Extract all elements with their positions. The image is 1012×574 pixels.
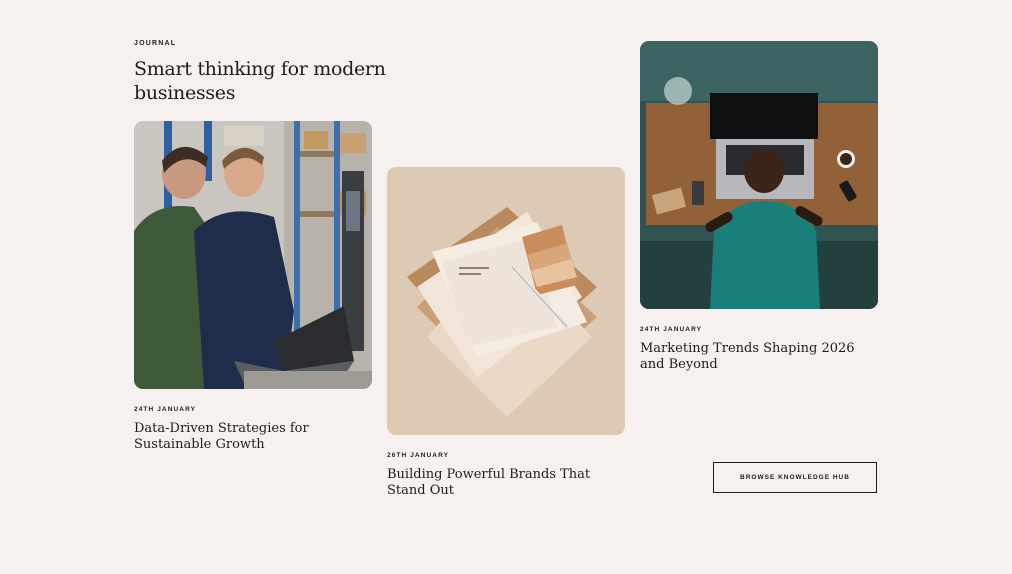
article-image-link[interactable]: [387, 167, 625, 435]
article-date: 24TH JANUARY: [640, 326, 703, 333]
article-image-link[interactable]: [134, 121, 372, 389]
article-title-link[interactable]: Data-Driven Strategies for Sustainable G…: [134, 421, 354, 453]
photo-brand-stationery-image: [387, 167, 625, 435]
article-date: 24TH JANUARY: [134, 406, 197, 413]
article-date: 26TH JANUARY: [387, 452, 450, 459]
article-card: 24TH JANUARY Marketing Trends Shaping 20…: [640, 41, 878, 373]
photo-two-men-with-laptop-image: [134, 121, 372, 389]
photo-person-at-laptop-desk-image: [640, 41, 878, 309]
section-headline: Smart thinking for modern businesses: [134, 58, 386, 104]
browse-knowledge-hub-button[interactable]: BROWSE KNOWLEDGE HUB: [713, 462, 877, 493]
article-title-link[interactable]: Marketing Trends Shaping 2026 and Beyond: [640, 341, 860, 373]
article-card: 24TH JANUARY Data-Driven Strategies for …: [134, 121, 372, 453]
article-card: 26TH JANUARY Building Powerful Brands Th…: [387, 167, 625, 499]
journal-eyebrow: JOURNAL: [134, 40, 177, 47]
article-title-link[interactable]: Building Powerful Brands That Stand Out: [387, 467, 607, 499]
article-image-link[interactable]: [640, 41, 878, 309]
